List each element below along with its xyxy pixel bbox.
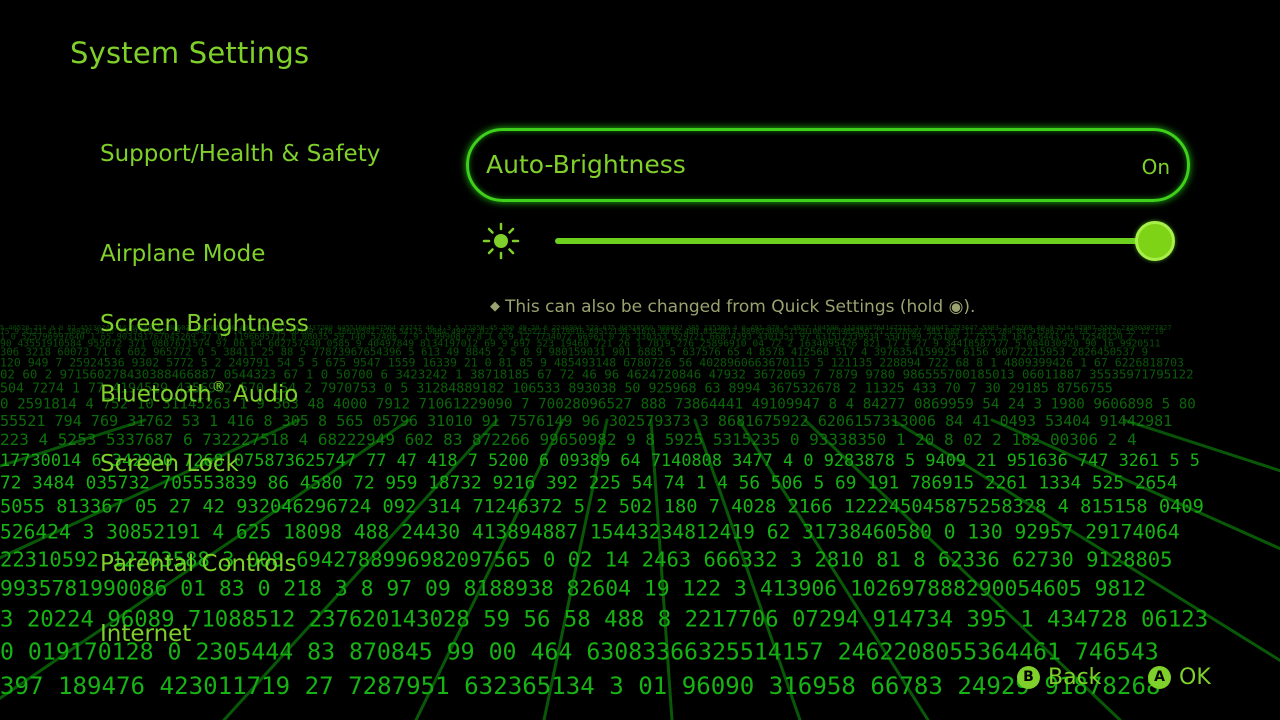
- brightness-slider-track[interactable]: [555, 238, 1155, 244]
- matrix-background: 5 40526 214 9 9 52 45130246714 6944427 7…: [0, 0, 1280, 720]
- sidebar-item-screen-brightness[interactable]: Screen Brightness: [100, 311, 309, 337]
- page-title: System Settings: [70, 36, 310, 70]
- ok-button[interactable]: A OK: [1148, 664, 1211, 690]
- diamond-bullet-icon: ◆: [490, 299, 500, 314]
- sidebar-item-screen-lock[interactable]: Screen Lock: [100, 451, 239, 477]
- back-button[interactable]: B Back: [1017, 664, 1101, 690]
- sidebar-item-parental-controls[interactable]: Parental Controls: [100, 551, 297, 577]
- quick-settings-hint: ◆ This can also be changed from Quick Set…: [490, 297, 975, 317]
- back-label: Back: [1048, 664, 1102, 690]
- matrix-digit-row: 397 189476 423011719 27 7287951 63236513…: [0, 672, 1160, 700]
- sidebar-item-internet[interactable]: Internet: [100, 621, 191, 647]
- a-button-icon: A: [1148, 665, 1171, 689]
- sidebar-item-label-suffix: Audio: [225, 381, 299, 408]
- brightness-slider-handle[interactable]: [1135, 221, 1175, 261]
- sidebar-item-support-health-safety[interactable]: Support/Health & Safety: [100, 141, 380, 167]
- ok-label: OK: [1179, 664, 1211, 690]
- hint-text: This can also be changed from Quick Sett…: [505, 297, 976, 317]
- sidebar-item-bluetooth-audio[interactable]: Bluetooth® Audio: [100, 379, 299, 408]
- sun-icon: [482, 222, 520, 260]
- auto-brightness-label: Auto-Brightness: [486, 150, 686, 179]
- sidebar-item-airplane-mode[interactable]: Airplane Mode: [100, 241, 265, 267]
- matrix-digit-row: 526424 3 30852191 4 625 18098 488 24430 …: [0, 521, 1180, 544]
- registered-mark: ®: [211, 379, 226, 395]
- b-button-icon: B: [1017, 665, 1040, 689]
- auto-brightness-toggle[interactable]: Auto-Brightness On: [466, 128, 1190, 202]
- sidebar-item-label: Bluetooth: [100, 381, 212, 408]
- auto-brightness-value: On: [1141, 155, 1170, 179]
